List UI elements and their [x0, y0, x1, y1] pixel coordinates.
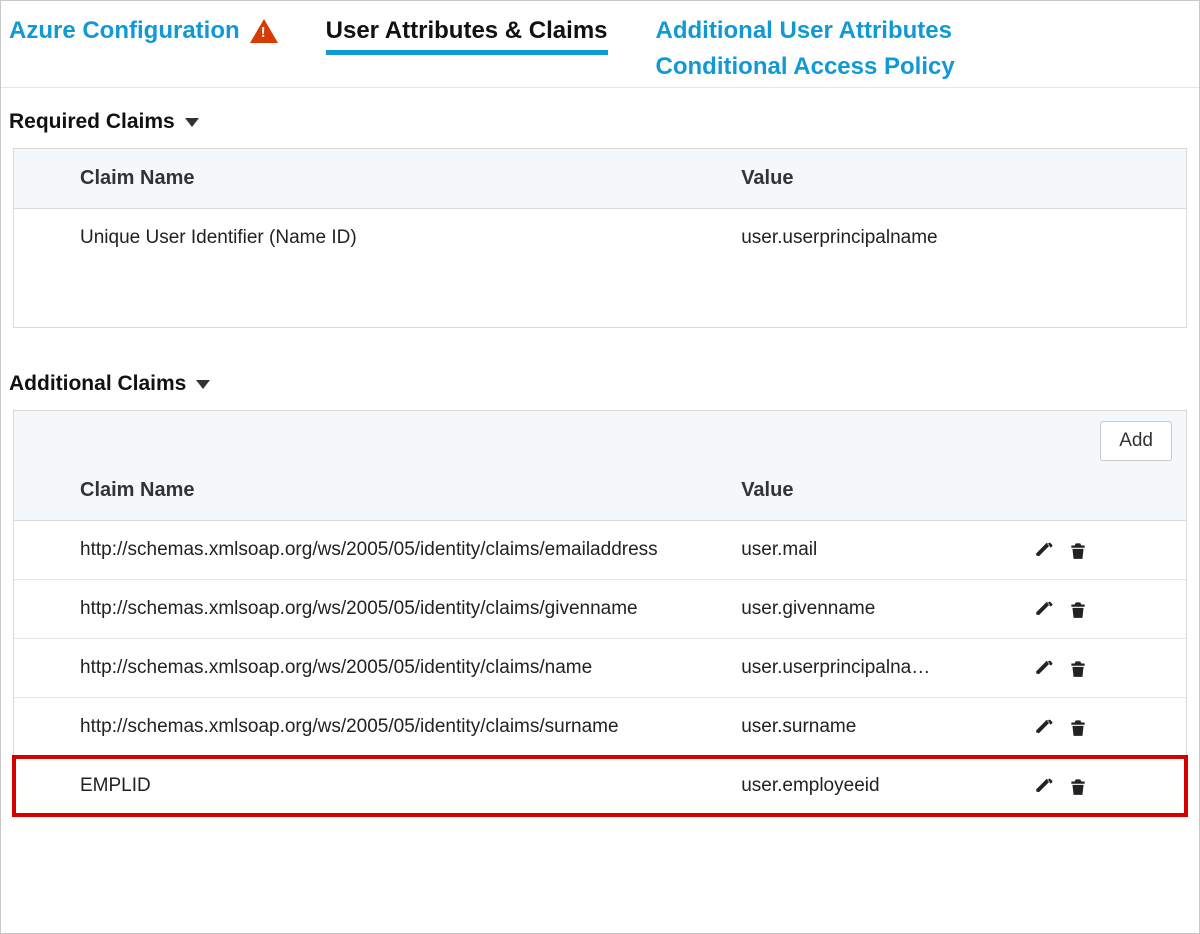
add-button[interactable]: Add	[1100, 421, 1172, 461]
cell-claim-value: user.employeeid	[717, 757, 1010, 816]
required-claims-card: Claim Name Value Unique User Identifier …	[13, 148, 1187, 328]
table-header-row: Claim Name Value	[14, 149, 1186, 209]
cell-claim-name: http://schemas.xmlsoap.org/ws/2005/05/id…	[14, 698, 717, 757]
tab-user-attributes-claims[interactable]: User Attributes & Claims	[326, 17, 608, 55]
table-row: http://schemas.xmlsoap.org/ws/2005/05/id…	[14, 580, 1186, 639]
card-toolbar: Add	[14, 411, 1186, 461]
col-header-value: Value	[717, 461, 1010, 521]
table-row: Unique User Identifier (Name ID) user.us…	[14, 209, 1186, 268]
tab-azure-configuration[interactable]: Azure Configuration	[9, 17, 278, 55]
section-title: Additional Claims	[9, 372, 186, 396]
tab-label: User Attributes & Claims	[326, 17, 608, 45]
edit-icon[interactable]	[1034, 540, 1054, 560]
cell-claim-value: user.userprincipalname	[717, 639, 1010, 698]
col-header-claim-name: Claim Name	[14, 149, 717, 209]
delete-icon[interactable]	[1068, 599, 1088, 619]
table-header-row: Claim Name Value	[14, 461, 1186, 521]
section-header-additional[interactable]: Additional Claims	[9, 364, 1191, 406]
tab-label: Azure Configuration	[9, 17, 240, 45]
col-header-actions	[1010, 461, 1186, 521]
cell-actions	[1010, 521, 1186, 580]
tab-stack-right: Additional User Attributes Conditional A…	[656, 17, 955, 87]
tab-additional-user-attributes[interactable]: Additional User Attributes	[656, 17, 955, 45]
section-header-required[interactable]: Required Claims	[9, 102, 1191, 144]
tab-conditional-access-policy[interactable]: Conditional Access Policy	[656, 53, 955, 81]
section-required-claims: Required Claims Claim Name Value Unique …	[1, 88, 1199, 350]
additional-claims-table: Claim Name Value http://schemas.xmlsoap.…	[14, 461, 1186, 815]
col-header-actions	[1010, 149, 1186, 209]
cell-claim-name: Unique User Identifier (Name ID)	[14, 209, 717, 268]
tab-label: Conditional Access Policy	[656, 53, 955, 81]
section-title: Required Claims	[9, 110, 175, 134]
cell-claim-name: http://schemas.xmlsoap.org/ws/2005/05/id…	[14, 521, 717, 580]
edit-icon[interactable]	[1034, 658, 1054, 678]
section-additional-claims: Additional Claims Add Claim Name Value h…	[1, 350, 1199, 838]
table-row: http://schemas.xmlsoap.org/ws/2005/05/id…	[14, 698, 1186, 757]
delete-icon[interactable]	[1068, 658, 1088, 678]
cell-actions	[1010, 757, 1186, 816]
edit-icon[interactable]	[1034, 717, 1054, 737]
cell-actions	[1010, 698, 1186, 757]
delete-icon[interactable]	[1068, 776, 1088, 796]
delete-icon[interactable]	[1068, 540, 1088, 560]
tab-label: Additional User Attributes	[656, 17, 952, 45]
table-row: http://schemas.xmlsoap.org/ws/2005/05/id…	[14, 639, 1186, 698]
cell-claim-name: http://schemas.xmlsoap.org/ws/2005/05/id…	[14, 580, 717, 639]
chevron-down-icon	[196, 380, 210, 389]
cell-claim-value: user.givenname	[717, 580, 1010, 639]
edit-icon[interactable]	[1034, 776, 1054, 796]
chevron-down-icon	[185, 118, 199, 127]
cell-claim-name: http://schemas.xmlsoap.org/ws/2005/05/id…	[14, 639, 717, 698]
delete-icon[interactable]	[1068, 717, 1088, 737]
edit-icon[interactable]	[1034, 599, 1054, 619]
cell-claim-value: user.userprincipalname	[717, 209, 1010, 268]
cell-claim-value: user.surname	[717, 698, 1010, 757]
table-row: EMPLIDuser.employeeid	[14, 757, 1186, 816]
col-header-value: Value	[717, 149, 1010, 209]
app-frame: Azure Configuration User Attributes & Cl…	[0, 0, 1200, 934]
col-header-claim-name: Claim Name	[14, 461, 717, 521]
cell-claim-name: EMPLID	[14, 757, 717, 816]
cell-claim-value: user.mail	[717, 521, 1010, 580]
required-claims-table: Claim Name Value Unique User Identifier …	[14, 149, 1186, 267]
warning-icon	[250, 19, 278, 43]
cell-actions	[1010, 580, 1186, 639]
cell-actions	[1010, 639, 1186, 698]
tab-bar: Azure Configuration User Attributes & Cl…	[1, 1, 1199, 88]
table-row: http://schemas.xmlsoap.org/ws/2005/05/id…	[14, 521, 1186, 580]
additional-claims-card: Add Claim Name Value http://schemas.xmls…	[13, 410, 1187, 816]
